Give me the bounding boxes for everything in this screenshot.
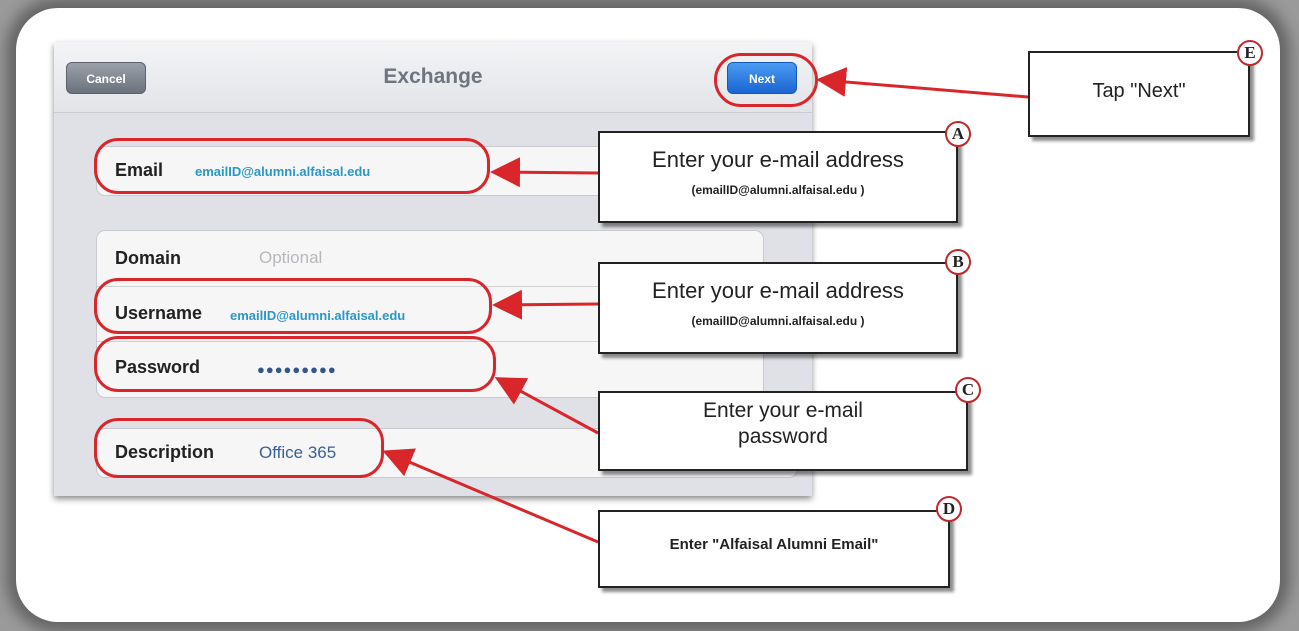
tutorial-card: Exchange Cancel Next Email emailID@alumn… <box>16 8 1280 622</box>
annotation-d-text: Enter "Alfaisal Alumni Email" <box>669 536 879 553</box>
annotation-a-box: Enter your e-mail address (emailID@alumn… <box>598 131 958 223</box>
annotation-c-box: Enter your e-mail password <box>598 391 968 471</box>
annotation-b-line2: (emailID@alumni.alfaisal.edu ) <box>691 314 865 328</box>
annotation-a-line1: Enter your e-mail address <box>652 147 904 172</box>
annotation-d-box: Enter "Alfaisal Alumni Email" <box>598 510 950 588</box>
badge-b: B <box>945 249 971 275</box>
badge-c: C <box>955 377 981 403</box>
annotation-a-line2: (emailID@alumni.alfaisal.edu ) <box>691 183 865 197</box>
arrow-b <box>492 289 599 320</box>
annotation-c-line2: password <box>738 425 828 448</box>
badge-e: E <box>1237 40 1263 66</box>
annotation-c-line1: Enter your e-mail <box>703 399 863 422</box>
arrow-c <box>494 377 599 435</box>
arrow-e <box>816 67 1029 99</box>
annotation-e-text: Tap "Next" <box>1092 80 1186 102</box>
annotation-b-box: Enter your e-mail address (emailID@alumn… <box>598 262 958 354</box>
arrow-d <box>382 448 599 544</box>
arrow-a <box>490 157 599 188</box>
annotation-e-box: Tap "Next" <box>1028 51 1250 137</box>
annotation-b-line1: Enter your e-mail address <box>652 278 904 303</box>
badge-a: A <box>945 121 971 147</box>
badge-d: D <box>936 496 962 522</box>
